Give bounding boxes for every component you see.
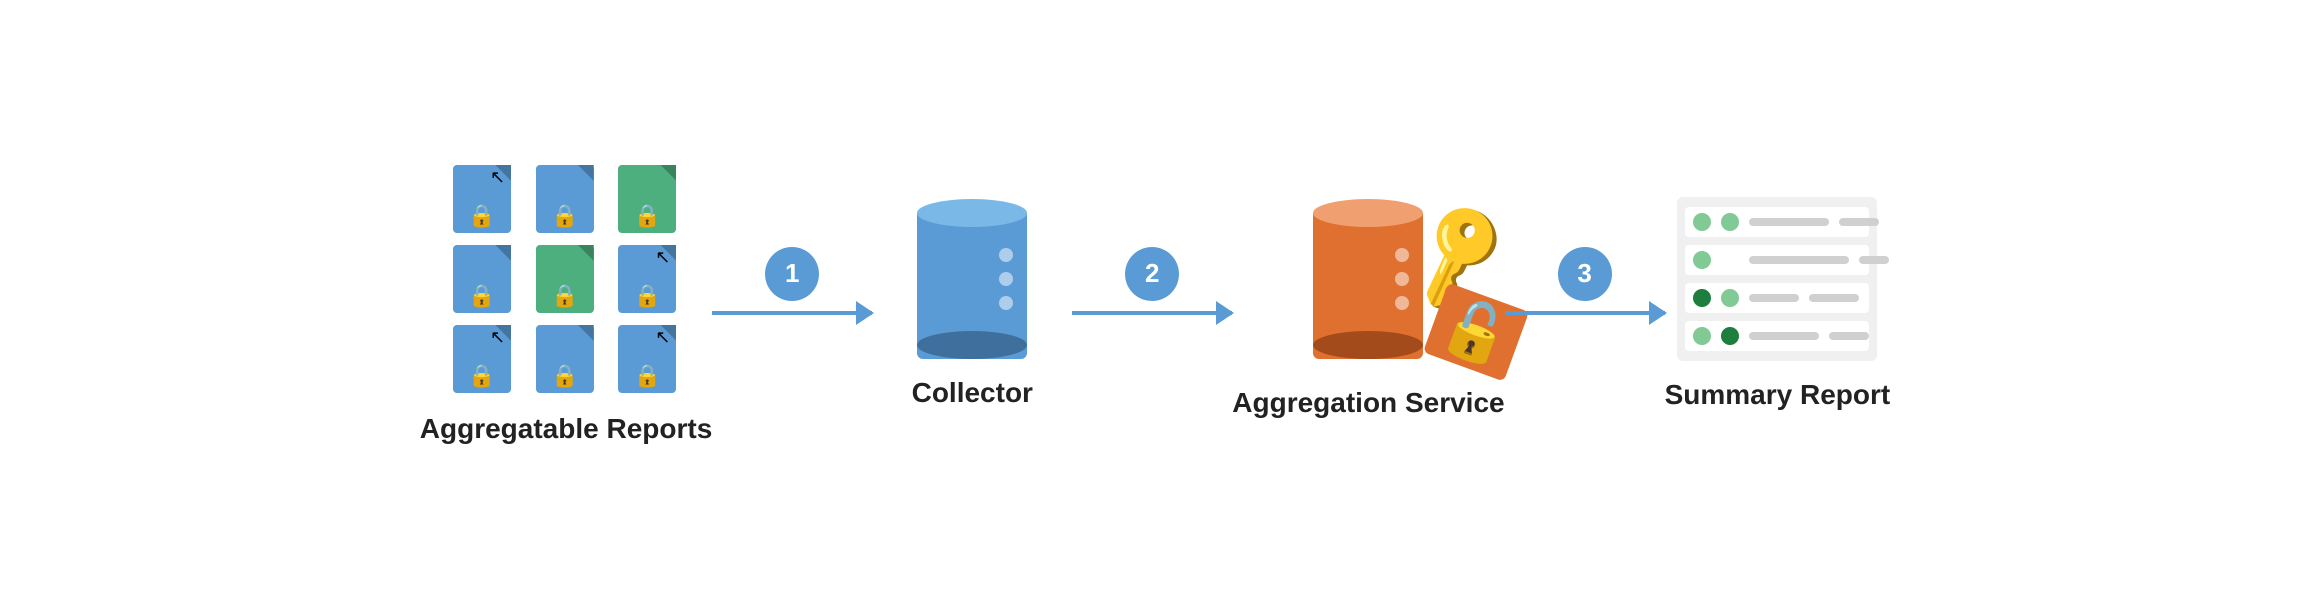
summary-bar	[1809, 294, 1859, 302]
lock-icon: 🔒	[551, 363, 578, 389]
arrow-3-line	[1505, 311, 1665, 315]
file-icon-blue: 🔒	[536, 325, 594, 393]
aggregation-cylinder	[1313, 199, 1423, 359]
file-icon-blue: 🔒	[536, 165, 594, 233]
file-icon-green: 🔒	[536, 245, 594, 313]
summary-dot	[1693, 251, 1711, 269]
report-item: ↖ 🔒	[446, 323, 518, 395]
summary-graphic	[1677, 197, 1877, 361]
summary-row	[1685, 283, 1869, 313]
lock-icon: 🔒	[634, 363, 661, 389]
cursor-icon: ↖	[490, 167, 505, 188]
file-icon-green: 🔒	[618, 165, 676, 233]
cylinder-dot	[999, 272, 1013, 286]
arrow-1-line	[712, 311, 872, 315]
cylinder-dot	[1395, 272, 1409, 286]
file-icon-blue: ↖ 🔒	[618, 245, 676, 313]
step-2-label: 2	[1145, 258, 1159, 289]
arrow-2-container: 2	[1072, 247, 1232, 363]
summary-dot	[1721, 213, 1739, 231]
cylinder-bottom	[917, 331, 1027, 359]
report-item: 🔒	[446, 243, 518, 315]
step-3-circle: 3	[1558, 247, 1612, 301]
file-icon-blue: ↖ 🔒	[453, 325, 511, 393]
summary-bar	[1839, 218, 1879, 226]
report-item: 🔒	[529, 243, 601, 315]
arrow-3-container: 3	[1505, 247, 1665, 363]
lock-icon: 🔒	[468, 363, 495, 389]
lock-icon: 🔒	[634, 203, 661, 229]
summary-dot	[1693, 213, 1711, 231]
report-item: ↖ 🔒	[611, 243, 683, 315]
cylinder-dot	[999, 248, 1013, 262]
cylinder-dot	[1395, 248, 1409, 262]
summary-dot	[1721, 289, 1739, 307]
cylinder-top	[1313, 199, 1423, 227]
cylinder-dot	[999, 296, 1013, 310]
summary-dot-empty	[1721, 251, 1739, 269]
report-item: ↖ 🔒	[611, 323, 683, 395]
lock-icon: 🔒	[551, 283, 578, 309]
lock-icon: 🔒	[468, 283, 495, 309]
cylinder-bottom	[1313, 331, 1423, 359]
arrow-1-container: 1	[712, 247, 872, 363]
cursor-icon: ↖	[655, 247, 670, 268]
file-icon-blue: ↖ 🔒	[618, 325, 676, 393]
diagram: ↖ 🔒 🔒 🔒 🔒 �	[0, 143, 2310, 467]
cylinder-dots	[999, 248, 1013, 310]
reports-grid: ↖ 🔒 🔒 🔒 🔒 �	[446, 163, 686, 395]
summary-bar	[1859, 256, 1889, 264]
step-2-circle: 2	[1125, 247, 1179, 301]
lock-icon: 🔒	[468, 203, 495, 229]
summary-row	[1685, 321, 1869, 351]
step-1-label: 1	[785, 258, 799, 289]
aggregatable-reports-label: Aggregatable Reports	[420, 411, 713, 447]
aggregation-wrapper: 🔑 🔓	[1258, 189, 1478, 369]
step-1-circle: 1	[765, 247, 819, 301]
aggregatable-reports-node: ↖ 🔒 🔒 🔒 🔒 �	[420, 163, 713, 447]
aggregation-service-label: Aggregation Service	[1232, 385, 1504, 421]
file-icon-blue: ↖ 🔒	[453, 165, 511, 233]
cursor-icon: ↖	[655, 327, 670, 348]
summary-report-node: Summary Report	[1665, 197, 1891, 413]
collector-label: Collector	[912, 375, 1033, 411]
summary-bar	[1749, 332, 1819, 340]
collector-node: Collector	[872, 199, 1072, 411]
summary-row	[1685, 245, 1869, 275]
summary-dot	[1693, 327, 1711, 345]
summary-report-label: Summary Report	[1665, 377, 1891, 413]
step-3-label: 3	[1577, 258, 1591, 289]
summary-bar	[1749, 218, 1829, 226]
summary-dot	[1721, 327, 1739, 345]
summary-bar	[1749, 256, 1849, 264]
report-item: ↖ 🔒	[446, 163, 518, 235]
report-item: 🔒	[611, 163, 683, 235]
summary-row	[1685, 207, 1869, 237]
report-item: 🔒	[529, 323, 601, 395]
report-item: 🔒	[529, 163, 601, 235]
lock-icon: 🔒	[634, 283, 661, 309]
cursor-icon: ↖	[490, 327, 505, 348]
file-icon-blue: 🔒	[453, 245, 511, 313]
cylinder-dot	[1395, 296, 1409, 310]
summary-bar	[1829, 332, 1869, 340]
summary-bar	[1749, 294, 1799, 302]
summary-dot	[1693, 289, 1711, 307]
collector-cylinder	[917, 199, 1027, 359]
cylinder-top	[917, 199, 1027, 227]
arrow-2-line	[1072, 311, 1232, 315]
lock-icon: 🔒	[551, 203, 578, 229]
aggregation-service-node: 🔑 🔓 Aggregation Service	[1232, 189, 1504, 421]
cylinder-dots	[1395, 248, 1409, 310]
